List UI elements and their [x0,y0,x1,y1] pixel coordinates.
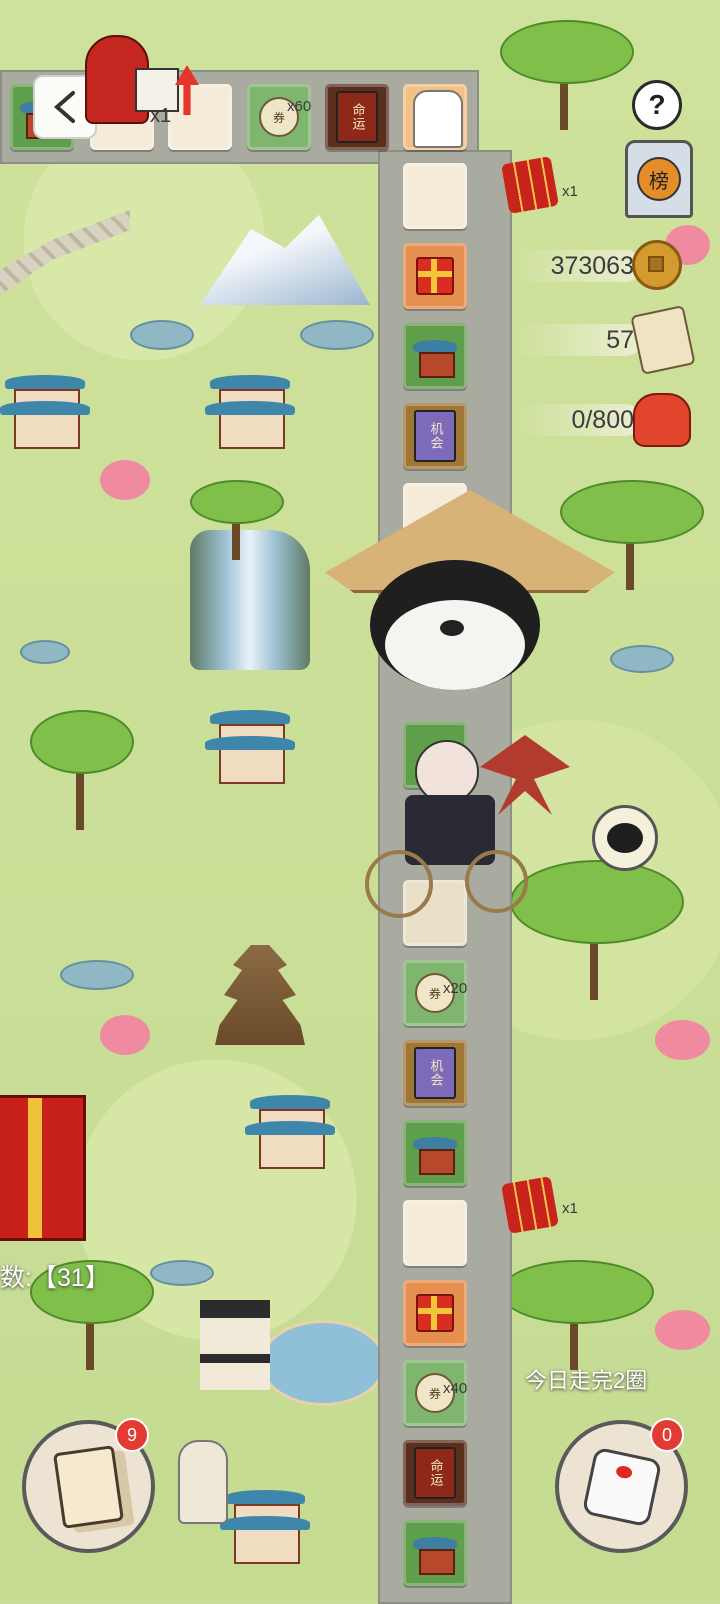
building-icon [413,1531,457,1575]
firecracker-qty-top: x1 [562,183,578,200]
old-sage [178,1440,228,1524]
tickets-display: 57 [514,324,642,356]
help-button[interactable]: ? [632,80,682,130]
tickets-value: 57 [606,325,634,354]
back-icon [53,91,75,123]
blossom-4 [655,1310,710,1350]
pond-1 [130,320,194,350]
gift-icon [416,1294,454,1332]
gift-progress-display: 0/800 [514,404,642,436]
chance-book-icon: 机会 [414,410,456,462]
firecracker-icon-mid [501,1176,559,1234]
gift-progress-value: 0/800 [571,405,634,434]
board-tile-3 [403,323,467,389]
cards-icon [53,1444,124,1529]
rank-button[interactable]: 榜 [625,140,693,218]
board-tile-11 [403,1280,467,1346]
firecracker-icon [501,156,559,214]
temple-5 [220,1480,310,1570]
temple-1 [205,365,295,455]
lakeside-palace [200,1290,386,1430]
temple-3 [205,700,295,790]
board-tile-top-4: 命运 [325,84,389,150]
board-tile-13: 命运 [403,1440,467,1506]
rank-icon: 榜 [637,157,681,201]
tree-3 [500,20,634,130]
blossom-2 [100,1015,150,1055]
coin-icon [632,240,682,290]
tree-4 [510,860,684,1000]
traveler-on-horse [413,90,463,148]
pond-6 [150,1260,214,1286]
steps-text: 数:【31】 [0,1264,110,1292]
tree-2 [190,480,284,560]
multiplier-label: x1 [150,105,172,127]
board-tile-12: 券 x40 [403,1360,467,1426]
dice-badge: 0 [650,1418,684,1452]
scroll-qty: x60 [287,98,312,115]
board-tile-4: 机会 [403,403,467,469]
daily-laps-text: 今日走完2圈 [525,1368,648,1393]
building-icon [413,1131,457,1175]
board-tile-corner [403,84,467,150]
board-tile-1 [403,163,467,229]
panda-avatar-button[interactable] [592,805,658,871]
gift-bag-icon[interactable] [633,393,691,447]
tree-6 [500,1260,654,1370]
panda-balloon [320,490,620,710]
board-tile-top-3: 券 x60 [247,84,311,150]
blossom-3 [655,1020,710,1060]
pond-2 [300,320,374,350]
coins-display: 373063 [514,250,642,282]
help-icon: ? [648,89,666,120]
blossom-1 [100,460,150,500]
scroll-qty-40: x40 [443,1380,468,1397]
board-tile-9 [403,1120,467,1186]
board-tile-8: 机会 [403,1040,467,1106]
board-tile-10 [403,1200,467,1266]
temple-4 [245,1085,335,1175]
board-tile-7: 券 x20 [403,960,467,1026]
big-gift-box[interactable] [0,1095,86,1241]
scroll-qty-20: x20 [443,980,468,997]
panda-face-icon [607,823,643,853]
board-tile-2 [403,243,467,309]
chance-book-icon: 机会 [414,1047,456,1099]
building-icon [413,334,457,378]
fate-book-icon: 命运 [336,91,378,143]
gift-icon [416,257,454,295]
firecracker-qty-mid: x1 [562,1200,578,1217]
dice-icon [581,1446,662,1527]
pond-3 [20,640,70,664]
board-tile-14 [403,1520,467,1586]
fate-book-icon: 命运 [414,1447,456,1499]
coins-value: 373063 [550,251,634,280]
pond-4 [60,960,134,990]
tree-1 [30,710,134,830]
cards-badge: 9 [115,1418,149,1452]
temple-2 [0,365,90,455]
